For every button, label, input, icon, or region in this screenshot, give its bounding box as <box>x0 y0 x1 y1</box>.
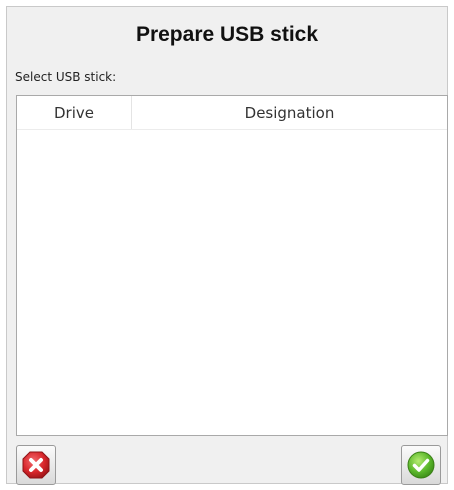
prepare-usb-dialog: Prepare USB stick Select USB stick: Driv… <box>6 6 448 485</box>
list-header: Drive Designation <box>17 96 447 130</box>
green-check-icon <box>407 451 435 479</box>
cancel-button[interactable] <box>16 445 56 485</box>
red-x-icon <box>22 451 50 479</box>
select-usb-label: Select USB stick: <box>15 70 117 84</box>
dialog-title: Prepare USB stick <box>135 23 319 46</box>
usb-drive-list[interactable]: Drive Designation <box>16 95 448 436</box>
column-header-drive[interactable]: Drive <box>17 96 132 129</box>
confirm-button[interactable] <box>401 445 441 485</box>
column-header-designation[interactable]: Designation <box>132 96 447 129</box>
